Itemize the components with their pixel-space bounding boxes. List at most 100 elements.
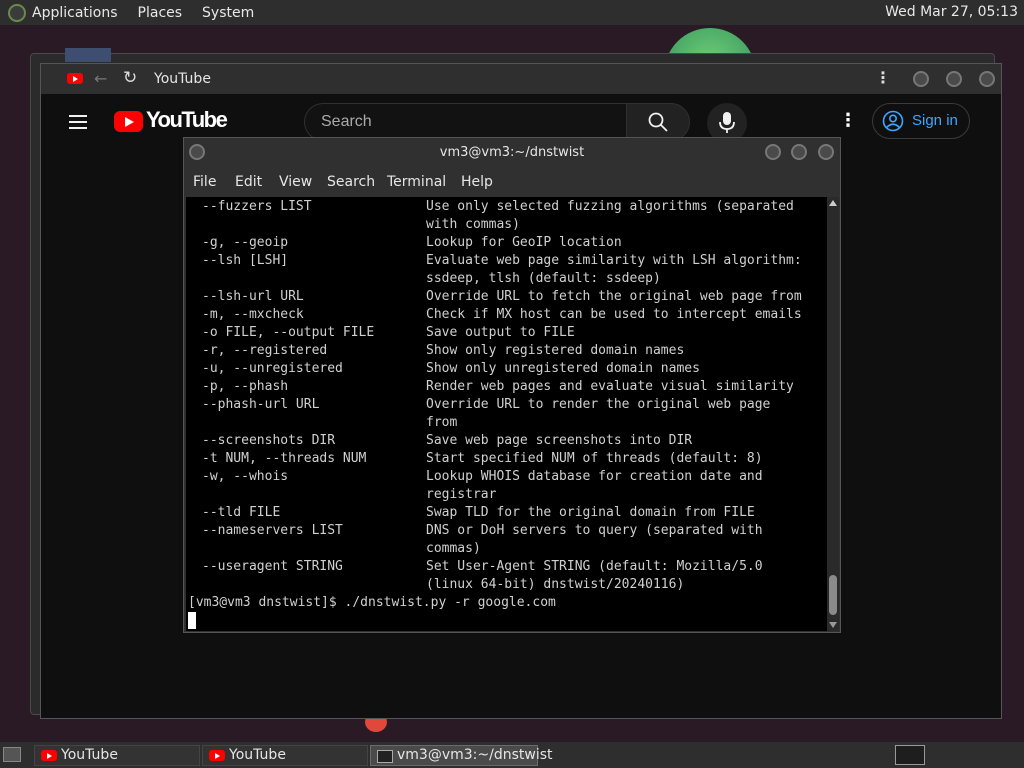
option-description: Lookup for GeoIP location bbox=[426, 235, 622, 250]
scroll-down-arrow-icon[interactable] bbox=[829, 622, 837, 628]
taskbar: YouTube YouTube vm3@vm3:~/dnstwist bbox=[0, 742, 1024, 768]
terminal-line: --fuzzers LIST Use only selected fuzzing … bbox=[186, 198, 826, 216]
settings-kebab-icon[interactable]: ⋮ bbox=[839, 110, 857, 131]
option-description: Save output to FILE bbox=[426, 325, 575, 340]
search-icon bbox=[648, 112, 668, 132]
browser-tab-title: YouTube bbox=[154, 71, 211, 87]
option-flag: --fuzzers LIST bbox=[202, 199, 312, 214]
menu-terminal[interactable]: Terminal bbox=[387, 174, 446, 190]
terminal-line: -p, --phash Render web pages and evaluate… bbox=[186, 378, 826, 396]
menu-edit[interactable]: Edit bbox=[235, 174, 262, 190]
taskbar-item-youtube-2[interactable]: YouTube bbox=[202, 745, 368, 766]
back-arrow-icon[interactable]: ← bbox=[94, 69, 107, 88]
minimize-button[interactable] bbox=[913, 71, 929, 87]
option-description: Show only unregistered domain names bbox=[426, 361, 700, 376]
option-description: ssdeep, tlsh (default: ssdeep) bbox=[426, 271, 661, 286]
close-button[interactable] bbox=[979, 71, 995, 87]
option-description: Lookup WHOIS database for creation date … bbox=[426, 469, 763, 484]
menu-applications[interactable]: Applications bbox=[32, 5, 118, 21]
terminal-close-button[interactable] bbox=[818, 144, 834, 160]
maximize-button[interactable] bbox=[946, 71, 962, 87]
option-description: registrar bbox=[426, 487, 497, 502]
option-flag: --tld FILE bbox=[202, 505, 281, 520]
terminal-line: registrar bbox=[186, 486, 826, 504]
terminal-line: --screenshots DIR Save web page screensho… bbox=[186, 432, 826, 450]
menu-view[interactable]: View bbox=[279, 174, 312, 190]
option-flag: --useragent STRING bbox=[202, 559, 343, 574]
terminal-titlebar[interactable]: vm3@vm3:~/dnstwist bbox=[184, 138, 840, 168]
option-flag: --screenshots DIR bbox=[202, 433, 336, 448]
browser-titlebar[interactable]: ← ↻ YouTube ⋮ bbox=[41, 64, 1001, 94]
terminal-line: --phash-url URL Override URL to render th… bbox=[186, 396, 826, 414]
terminal-line: -w, --whois Lookup WHOIS database for cre… bbox=[186, 468, 826, 486]
option-flag: --phash-url URL bbox=[202, 397, 320, 412]
option-description: Start specified NUM of threads (default:… bbox=[426, 451, 763, 466]
youtube-favicon-icon bbox=[209, 750, 225, 761]
option-flag: -u, --unregistered bbox=[202, 361, 343, 376]
option-description: Override URL to fetch the original web p… bbox=[426, 289, 802, 304]
search-button[interactable] bbox=[626, 103, 690, 141]
option-flag: -m, --mxcheck bbox=[202, 307, 304, 322]
option-description: DNS or DoH servers to query (separated w… bbox=[426, 523, 763, 538]
terminal-maximize-button[interactable] bbox=[791, 144, 807, 160]
terminal-line: with commas) bbox=[186, 216, 826, 234]
sign-in-label: Sign in bbox=[912, 112, 958, 129]
terminal-line: (linux 64-bit) dnstwist/20240116) bbox=[186, 576, 826, 594]
microphone-icon bbox=[719, 112, 735, 133]
youtube-favicon-icon bbox=[67, 73, 83, 84]
terminal-scrollbar[interactable] bbox=[827, 197, 839, 631]
terminal-window: vm3@vm3:~/dnstwist File Edit View Search… bbox=[183, 137, 841, 633]
option-description: Evaluate web page similarity with LSH al… bbox=[426, 253, 802, 268]
option-flag: --lsh [LSH] bbox=[202, 253, 289, 268]
terminal-menubar: File Edit View Search Terminal Help bbox=[184, 169, 840, 195]
browser-menu-icon[interactable]: ⋮ bbox=[875, 68, 891, 87]
workspace-switcher[interactable] bbox=[895, 745, 925, 765]
menu-help[interactable]: Help bbox=[461, 174, 493, 190]
panel-clock[interactable]: Wed Mar 27, 05:13 bbox=[885, 4, 1018, 20]
terminal-line: -g, --geoip Lookup for GeoIP location bbox=[186, 234, 826, 252]
option-description: Swap TLD for the original domain from FI… bbox=[426, 505, 755, 520]
youtube-logo-icon[interactable] bbox=[114, 111, 143, 132]
terminal-menu-button[interactable] bbox=[189, 144, 205, 160]
background-window-strip bbox=[65, 48, 111, 62]
option-flag: -w, --whois bbox=[202, 469, 289, 484]
show-desktop-icon[interactable] bbox=[3, 747, 21, 762]
hamburger-menu-icon[interactable] bbox=[69, 111, 87, 133]
account-icon bbox=[882, 110, 904, 132]
sign-in-button[interactable]: Sign in bbox=[872, 103, 970, 139]
taskbar-item-youtube-1[interactable]: YouTube bbox=[34, 745, 200, 766]
taskbar-item-terminal[interactable]: vm3@vm3:~/dnstwist bbox=[370, 745, 553, 766]
option-description: from bbox=[426, 415, 458, 430]
menu-places[interactable]: Places bbox=[138, 5, 183, 21]
option-flag: -r, --registered bbox=[202, 343, 328, 358]
menu-file[interactable]: File bbox=[193, 174, 216, 190]
terminal-line: --nameservers LIST DNS or DoH servers to … bbox=[186, 522, 826, 540]
terminal-output[interactable]: --fuzzers LIST Use only selected fuzzing … bbox=[186, 197, 828, 631]
youtube-favicon-icon bbox=[41, 750, 57, 761]
scrollbar-thumb[interactable] bbox=[829, 575, 837, 615]
option-flag: --lsh-url URL bbox=[202, 289, 304, 304]
menu-system[interactable]: System bbox=[202, 5, 254, 21]
menu-search[interactable]: Search bbox=[327, 174, 375, 190]
scroll-up-arrow-icon[interactable] bbox=[829, 200, 837, 206]
reload-icon[interactable]: ↻ bbox=[123, 68, 137, 88]
option-description: with commas) bbox=[426, 217, 520, 232]
youtube-logo-text[interactable]: YouTube bbox=[146, 107, 228, 133]
option-description: commas) bbox=[426, 541, 481, 556]
terminal-line: ssdeep, tlsh (default: ssdeep) bbox=[186, 270, 826, 288]
terminal-icon bbox=[377, 750, 393, 763]
terminal-line: --lsh [LSH] Evaluate web page similarity … bbox=[186, 252, 826, 270]
option-description: Show only registered domain names bbox=[426, 343, 685, 358]
terminal-line: --lsh-url URL Override URL to fetch the o… bbox=[186, 288, 826, 306]
terminal-title: vm3@vm3:~/dnstwist bbox=[439, 145, 585, 160]
option-description: Render web pages and evaluate visual sim… bbox=[426, 379, 794, 394]
terminal-line: commas) bbox=[186, 540, 826, 558]
terminal-line: -m, --mxcheck Check if MX host can be use… bbox=[186, 306, 826, 324]
system-logo-icon[interactable] bbox=[8, 3, 26, 22]
terminal-line: -u, --unregistered Show only unregistered… bbox=[186, 360, 826, 378]
terminal-line: --useragent STRING Set User-Agent STRING … bbox=[186, 558, 826, 576]
terminal-line: from bbox=[186, 414, 826, 432]
terminal-minimize-button[interactable] bbox=[765, 144, 781, 160]
search-input[interactable]: Search bbox=[304, 103, 626, 141]
option-description: (linux 64-bit) dnstwist/20240116) bbox=[426, 577, 685, 592]
